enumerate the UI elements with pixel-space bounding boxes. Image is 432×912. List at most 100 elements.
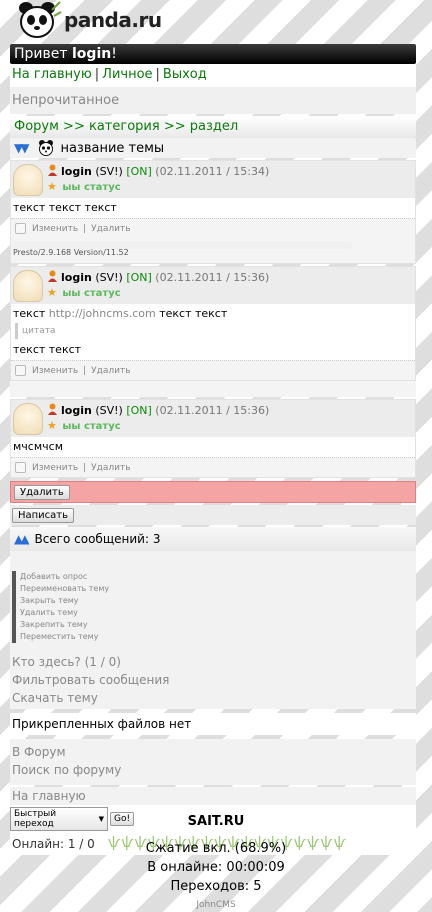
scroll-up-icon[interactable]: ▲▲ [14, 532, 30, 546]
delete-link[interactable]: Удалить [91, 366, 130, 376]
post-author-tag: (SV!) [95, 404, 123, 417]
user-agent-text: Presto/2.9.168 Version/11.52 [13, 248, 129, 257]
write-bar: Написать [10, 505, 416, 525]
tool-pin-topic[interactable]: Закрепить тему [20, 619, 414, 631]
star-icon: ★ [47, 180, 57, 193]
site-brand: panda.ru [64, 8, 162, 32]
breadcrumb-forum[interactable]: Форум [14, 119, 59, 134]
tool-delete-topic[interactable]: Удалить тему [20, 607, 414, 619]
greeting-bar: Привет login! [10, 44, 416, 64]
edit-link[interactable]: Изменить [32, 463, 78, 473]
tool-rename-topic[interactable]: Переименовать тему [20, 583, 414, 595]
post-text: текст текст текст [11, 198, 415, 218]
to-forum-link[interactable]: В Форум [12, 743, 414, 761]
menu-personal-link[interactable]: Личное [102, 67, 152, 82]
avatar[interactable] [13, 270, 43, 302]
post-user-agent: Presto/2.9.168 Version/11.52 [11, 238, 415, 263]
online-status: [ON] [126, 165, 152, 178]
tool-add-poll[interactable]: Добавить опрос [20, 571, 414, 583]
post-quote: цитата [15, 323, 413, 339]
breadcrumb-section[interactable]: раздел [190, 119, 238, 134]
post-author[interactable]: login [61, 404, 92, 417]
panda-logo-icon [19, 1, 62, 38]
post-text: мчсмчсм [11, 437, 415, 457]
post-select-checkbox[interactable] [15, 462, 26, 473]
star-icon: ★ [47, 419, 57, 432]
total-count: 3 [152, 532, 161, 546]
post-header: login (SV!) [ON] (02.11.2011 / 15:36) ★ … [11, 267, 415, 304]
total-messages: ▲▲ Всего сообщений: 3 [10, 527, 416, 551]
post-header: login (SV!) [ON] (02.11.2011 / 15:36) ★ … [11, 400, 415, 437]
menu-home-link[interactable]: На главную [12, 67, 92, 82]
breadcrumb: Форум >> категория >> раздел [10, 116, 416, 138]
moderation-tools: Добавить опрос Переименовать тему Закрыт… [10, 551, 416, 647]
site-logo[interactable]: panda.ru [10, 0, 162, 42]
edit-link[interactable]: Изменить [32, 224, 78, 234]
edit-link[interactable]: Изменить [32, 366, 78, 376]
bottom-home-link[interactable]: На главную [10, 787, 416, 805]
tool-move-topic[interactable]: Переместить тему [20, 631, 414, 643]
online-time: В онлайне: 00:00:09 [147, 860, 285, 875]
post-text-part: текст текст [13, 343, 82, 356]
filter-messages-link[interactable]: Фильтровать сообщения [12, 671, 414, 689]
post-author-tag: (SV!) [95, 271, 123, 284]
topic-links: Кто здесь? (1 / 0) Фильтровать сообщения… [10, 647, 416, 709]
tool-close-topic[interactable]: Закрыть тему [20, 595, 414, 607]
post-date: (02.11.2011 / 15:36) [155, 404, 270, 417]
attachments-status: Прикрепленных файлов нет [10, 713, 416, 735]
unread-link[interactable]: Непрочитанное [10, 86, 416, 114]
forum-links: В Форум Поиск по форуму [10, 739, 416, 785]
topic-header: ▼▼ название темы [10, 138, 416, 158]
post-select-checkbox[interactable] [15, 365, 26, 376]
post-item: login (SV!) [ON] (02.11.2011 / 15:36) ★ … [10, 399, 416, 478]
scroll-down-icon[interactable]: ▼▼ [14, 141, 30, 155]
user-status: ыы статус [62, 421, 121, 432]
footer-site-name[interactable]: SAIT.RU [0, 814, 432, 829]
post-author[interactable]: login [61, 165, 92, 178]
breadcrumb-category[interactable]: категория [89, 119, 160, 134]
top-menu: На главную | Личное | Выход [10, 64, 416, 86]
delete-selected-button[interactable]: Удалить [14, 485, 70, 500]
user-gender-icon [48, 164, 57, 176]
greeting-text: Привет [14, 46, 68, 62]
compression-status: Сжатие вкл. (68.9%) [145, 841, 287, 856]
greeting-bang: ! [111, 46, 117, 62]
post-author[interactable]: login [61, 271, 92, 284]
post-actions: Изменить | Удалить [11, 457, 415, 477]
post-author-tag: (SV!) [95, 165, 123, 178]
greeting-username: login [72, 46, 112, 62]
post-text: текст http://johncms.com текст текст цит… [11, 304, 415, 360]
post-item: login (SV!) [ON] (02.11.2011 / 15:34) ★ … [10, 160, 416, 264]
user-status: ыы статус [62, 182, 121, 193]
mass-delete-bar: Удалить [10, 481, 416, 503]
post-text-part: текст текст [159, 307, 228, 320]
post-date: (02.11.2011 / 15:36) [155, 271, 270, 284]
menu-logout-link[interactable]: Выход [163, 67, 207, 82]
write-button[interactable]: Написать [12, 508, 75, 523]
post-date: (02.11.2011 / 15:34) [155, 165, 270, 178]
post-actions: Изменить | Удалить [11, 218, 415, 238]
cms-credit[interactable]: JohnCMS [0, 900, 432, 910]
footer: SAIT.RU Сжатие вкл. (68.9%) В онлайне: 0… [0, 814, 432, 910]
forum-search-link[interactable]: Поиск по форуму [12, 761, 414, 779]
user-gender-icon [48, 403, 57, 415]
star-icon: ★ [47, 286, 57, 299]
post-link[interactable]: http://johncms.com [49, 307, 156, 320]
online-status: [ON] [126, 271, 152, 284]
online-status: [ON] [126, 404, 152, 417]
panda-icon [39, 140, 54, 156]
breadcrumb-sep: >> [63, 119, 85, 134]
post-text-part: текст [13, 307, 46, 320]
delete-link[interactable]: Удалить [91, 224, 130, 234]
post-item: login (SV!) [ON] (02.11.2011 / 15:36) ★ … [10, 266, 416, 381]
blurred-spacer [10, 381, 416, 397]
delete-link[interactable]: Удалить [91, 463, 130, 473]
avatar[interactable] [13, 403, 43, 435]
download-topic-link[interactable]: Скачать тему [12, 689, 414, 707]
transitions-count: Переходов: 5 [170, 879, 262, 894]
user-gender-icon [48, 270, 57, 282]
post-select-checkbox[interactable] [15, 223, 26, 234]
post-actions: Изменить | Удалить [11, 360, 415, 380]
avatar[interactable] [13, 164, 43, 196]
who-here-link[interactable]: Кто здесь? (1 / 0) [12, 653, 414, 671]
